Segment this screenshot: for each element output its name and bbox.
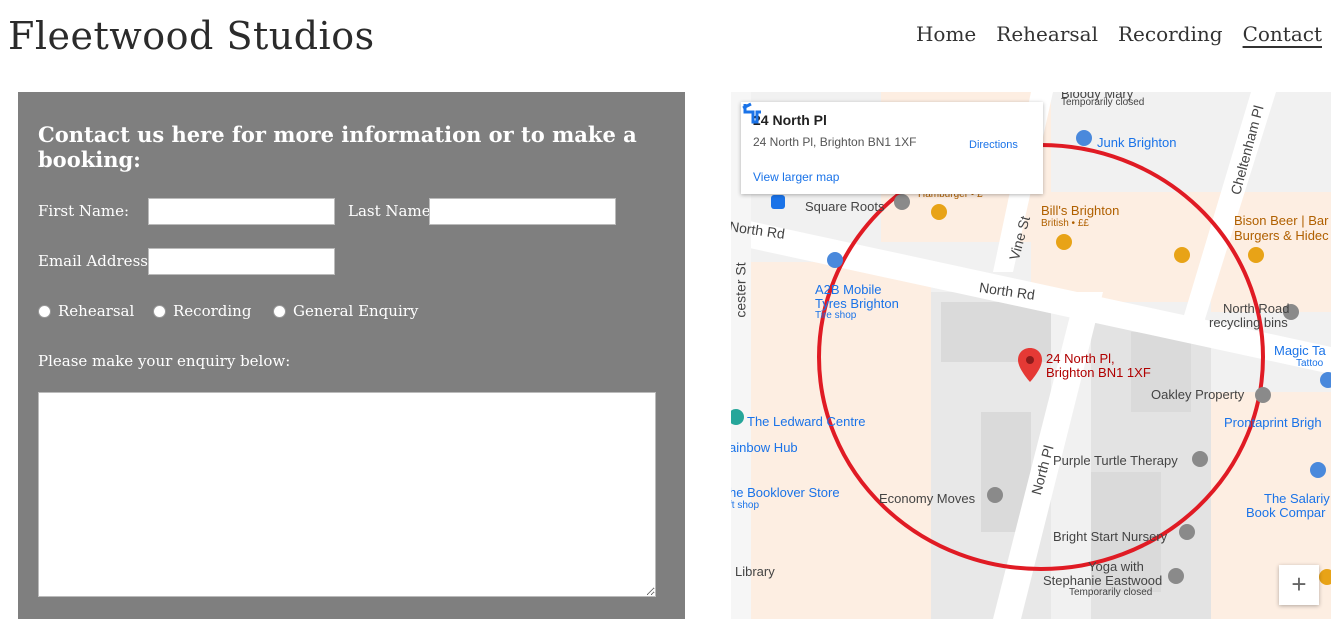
embedded-map[interactable]: Bloody Mary Temporarily closed Junk Brig…: [731, 92, 1331, 619]
poi-magic-1[interactable]: Magic Ta: [1274, 343, 1326, 358]
last-name-label: Last Name:: [348, 202, 436, 220]
poi-booklover-sub: ft shop: [731, 500, 760, 511]
poi-bison-sub: Burgers & Hidec: [1234, 228, 1329, 243]
first-name-label: First Name:: [38, 202, 130, 220]
radio-general-enquiry-label: General Enquiry: [293, 302, 419, 320]
enquiry-label: Please make your enquiry below:: [38, 352, 291, 370]
poi-square-roots[interactable]: Square Roots: [805, 199, 885, 214]
first-name-input[interactable]: [148, 198, 335, 225]
road-cester-st: cester St: [732, 262, 749, 318]
poi-library[interactable]: Library: [735, 564, 775, 579]
poi-bloody-mary-status: Temporarily closed: [1061, 97, 1145, 108]
view-larger-map-link[interactable]: View larger map: [753, 170, 839, 184]
enquiry-textarea[interactable]: [38, 392, 656, 597]
poi-purple-turtle[interactable]: Purple Turtle Therapy: [1053, 453, 1178, 468]
poi-salary-2[interactable]: Book Compar: [1246, 505, 1325, 520]
site-brand[interactable]: Fleetwood Studios: [8, 14, 375, 58]
poi-prontaprint[interactable]: Prontaprint Brigh: [1224, 415, 1322, 430]
form-title: Contact us here for more information or …: [38, 122, 637, 172]
poi-yoga-2[interactable]: Stephanie Eastwood: [1043, 573, 1162, 588]
poi-oakley[interactable]: Oakley Property: [1151, 387, 1244, 402]
poi-bright-start[interactable]: Bright Start Nursery: [1053, 529, 1167, 544]
zoom-in-button[interactable]: +: [1279, 565, 1319, 605]
poi-a2b-line1[interactable]: A2B Mobile: [815, 282, 881, 297]
poi-junk-brighton[interactable]: Junk Brighton: [1097, 135, 1177, 150]
poi-a2b-sub: Tire shop: [815, 310, 857, 321]
poi-bills-sub: British • ££: [1041, 218, 1089, 229]
last-name-input[interactable]: [429, 198, 616, 225]
info-card-title: 24 North Pl: [753, 112, 827, 128]
directions-link[interactable]: Directions: [969, 139, 1018, 151]
info-card-address: 24 North Pl, Brighton BN1 1XF: [753, 135, 917, 149]
poi-north-road-1[interactable]: North Road: [1223, 301, 1289, 316]
email-label: Email Address:: [38, 252, 154, 270]
poi-economy[interactable]: Economy Moves: [879, 491, 975, 506]
email-input[interactable]: [148, 248, 335, 275]
poi-rainbow[interactable]: ainbow Hub: [731, 440, 798, 455]
nav-recording[interactable]: Recording: [1118, 22, 1223, 46]
poi-magic-2: Tattoo: [1296, 358, 1324, 369]
radio-recording[interactable]: [153, 305, 166, 318]
nav-rehearsal[interactable]: Rehearsal: [996, 22, 1098, 46]
radio-recording-label: Recording: [173, 302, 252, 320]
poi-ledward[interactable]: The Ledward Centre: [747, 414, 866, 429]
marker-label-line2: Brighton BN1 1XF: [1046, 365, 1151, 380]
nav-home[interactable]: Home: [916, 22, 976, 46]
poi-bills-brighton[interactable]: Bill's Brighton: [1041, 203, 1119, 218]
poi-booklover[interactable]: he Booklover Store: [731, 485, 840, 500]
poi-salary-1[interactable]: The Salariy: [1264, 491, 1330, 506]
poi-bison-beer[interactable]: Bison Beer | Bar: [1234, 213, 1328, 228]
directions-icon[interactable]: [741, 102, 763, 124]
poi-north-road-2[interactable]: recycling bins: [1209, 315, 1288, 330]
marker-label-line1: 24 North Pl,: [1046, 351, 1115, 366]
poi-a2b-line2[interactable]: Tyres Brighton: [815, 296, 899, 311]
main-nav: Home Rehearsal Recording Contact: [916, 22, 1322, 46]
poi-yoga-status: Temporarily closed: [1069, 587, 1153, 598]
radio-rehearsal[interactable]: [38, 305, 51, 318]
map-info-card: 24 North Pl 24 North Pl, Brighton BN1 1X…: [741, 102, 1043, 194]
radio-general-enquiry[interactable]: [273, 305, 286, 318]
radio-rehearsal-label: Rehearsal: [58, 302, 135, 320]
nav-contact[interactable]: Contact: [1243, 22, 1322, 46]
poi-yoga-1[interactable]: Yoga with: [1088, 559, 1144, 574]
contact-form-panel: Contact us here for more information or …: [18, 92, 685, 619]
